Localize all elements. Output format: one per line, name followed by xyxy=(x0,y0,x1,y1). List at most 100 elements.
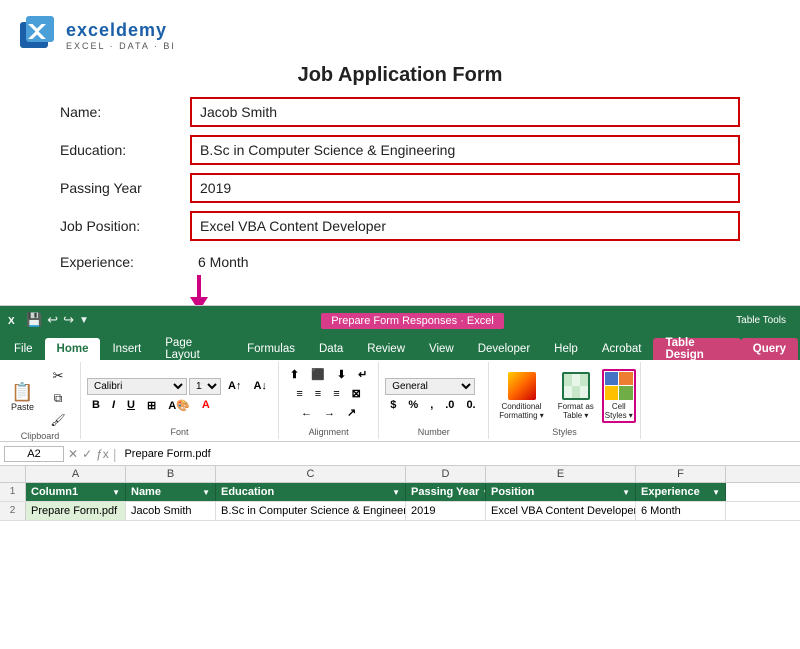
tab-page-layout[interactable]: Page Layout xyxy=(153,338,235,360)
tab-view[interactable]: View xyxy=(417,338,466,360)
form-row-name: Name: xyxy=(60,97,740,127)
comma-btn[interactable]: , xyxy=(425,397,438,413)
fill-color-btn[interactable]: A🎨 xyxy=(163,397,195,414)
header-cell-passing-year[interactable]: Passing Year ▼ xyxy=(406,483,486,501)
format-as-table-btn[interactable]: Format asTable ▾ xyxy=(552,369,600,423)
tab-home[interactable]: Home xyxy=(45,338,101,360)
cell-styles-label: CellStyles ▾ xyxy=(605,402,633,420)
filter-arrow-experience[interactable]: ▼ xyxy=(712,488,720,497)
logo-main-text: exceldemy xyxy=(66,20,176,41)
data-cell-name[interactable]: Jacob Smith xyxy=(126,502,216,520)
col-header-b[interactable]: B xyxy=(126,466,216,482)
tab-insert[interactable]: Insert xyxy=(100,338,153,360)
align-right-btn[interactable]: ≡ xyxy=(328,385,344,402)
paste-icon: 📋 xyxy=(11,383,33,401)
filter-arrow-name[interactable]: ▼ xyxy=(202,488,210,497)
redo-qa-btn[interactable]: ↪ xyxy=(63,312,74,328)
header-cell-name[interactable]: Name ▼ xyxy=(126,483,216,501)
filter-arrow-column1[interactable]: ▼ xyxy=(112,488,120,497)
font-label: Font xyxy=(87,425,272,437)
conditional-formatting-icon xyxy=(508,372,536,400)
tab-help[interactable]: Help xyxy=(542,338,590,360)
filter-arrow-education[interactable]: ▼ xyxy=(392,488,400,497)
tab-table-design[interactable]: Table Design xyxy=(653,338,740,360)
customize-qa-btn[interactable]: ▼ xyxy=(79,315,89,326)
form-row-job-position: Job Position: xyxy=(60,211,740,241)
header-cell-experience[interactable]: Experience ▼ xyxy=(636,483,726,501)
tab-acrobat[interactable]: Acrobat xyxy=(590,338,654,360)
cell-styles-btn[interactable]: CellStyles ▾ xyxy=(602,369,636,423)
paste-btn[interactable]: 📋 Paste xyxy=(6,380,39,415)
indent-inc-btn[interactable]: → xyxy=(319,404,340,421)
decrease-font-btn[interactable]: A↓ xyxy=(248,378,271,394)
conditional-formatting-btn[interactable]: ConditionalFormatting ▾ xyxy=(493,369,549,423)
logo-sub-text: EXCEL · DATA · BI xyxy=(66,41,176,51)
header-column1-text: Column1 xyxy=(31,486,78,498)
tab-file[interactable]: File xyxy=(2,338,45,360)
tab-data[interactable]: Data xyxy=(307,338,355,360)
col-header-f[interactable]: F xyxy=(636,466,726,482)
align-center-btn[interactable]: ≡ xyxy=(310,385,326,402)
font-name-select[interactable]: Calibri xyxy=(87,378,187,395)
italic-btn[interactable]: I xyxy=(107,397,120,413)
data-cell-passing-year[interactable]: 2019 xyxy=(406,502,486,520)
data-cell-experience[interactable]: 6 Month xyxy=(636,502,726,520)
formula-insert-fn-icon[interactable]: ƒx xyxy=(96,447,109,461)
header-cell-column1[interactable]: Column1 ▼ xyxy=(26,483,126,501)
format-painter-btn[interactable]: 🖌 xyxy=(42,411,74,429)
copy-btn[interactable]: ⧉ xyxy=(42,389,74,408)
percent-btn[interactable]: % xyxy=(403,397,423,413)
cell-reference-box[interactable] xyxy=(4,446,64,462)
experience-input[interactable] xyxy=(190,249,740,275)
font-color-btn[interactable]: A xyxy=(197,397,215,413)
header-cell-education[interactable]: Education ▼ xyxy=(216,483,406,501)
decimal-inc-btn[interactable]: .0 xyxy=(440,397,459,413)
conditional-formatting-label: ConditionalFormatting ▾ xyxy=(499,402,543,420)
alignment-group: ⬆ ⬛ ⬇ ↵ ≡ ≡ ≡ ⊠ ← → ↗ Alignment xyxy=(279,362,379,439)
wrap-text-btn[interactable]: ↵ xyxy=(353,366,372,383)
col-header-e[interactable]: E xyxy=(486,466,636,482)
data-cell-column1[interactable]: Prepare Form.pdf xyxy=(26,502,126,520)
merge-btn[interactable]: ⊠ xyxy=(347,385,366,402)
decimal-dec-btn[interactable]: 0. xyxy=(461,397,480,413)
passing-year-input[interactable] xyxy=(190,173,740,203)
align-bottom-btn[interactable]: ⬇ xyxy=(332,366,351,383)
tab-formulas[interactable]: Formulas xyxy=(235,338,307,360)
education-input[interactable] xyxy=(190,135,740,165)
formula-confirm-icon[interactable]: ✓ xyxy=(82,447,92,461)
tab-review[interactable]: Review xyxy=(355,338,417,360)
bold-btn[interactable]: B xyxy=(87,397,105,413)
increase-font-btn[interactable]: A↑ xyxy=(223,378,246,394)
border-btn[interactable]: ⊞ xyxy=(142,397,161,414)
name-input[interactable] xyxy=(190,97,740,127)
font-size-select[interactable]: 11 xyxy=(189,378,221,395)
align-top-btn[interactable]: ⬆ xyxy=(285,366,304,383)
col-header-c[interactable]: C xyxy=(216,466,406,482)
filter-arrow-position[interactable]: ▼ xyxy=(622,488,630,497)
currency-btn[interactable]: $ xyxy=(385,397,401,413)
tab-developer[interactable]: Developer xyxy=(466,338,542,360)
save-qa-btn[interactable]: 💾 xyxy=(26,312,42,328)
exceldemy-logo-icon xyxy=(20,16,58,54)
cut-btn[interactable]: ✂ xyxy=(42,366,74,386)
data-cell-position[interactable]: Excel VBA Content Developer xyxy=(486,502,636,520)
form-title: Job Application Form xyxy=(0,64,800,87)
spreadsheet: A B C D E F 1 Column1 ▼ Name ▼ Education… xyxy=(0,466,800,521)
formula-cancel-icon[interactable]: ✕ xyxy=(68,447,78,461)
align-left-btn[interactable]: ≡ xyxy=(291,385,307,402)
indent-dec-btn[interactable]: ← xyxy=(296,404,317,421)
tab-query[interactable]: Query xyxy=(741,338,798,360)
data-cell-education[interactable]: B.Sc in Computer Science & Engineering xyxy=(216,502,406,520)
job-position-input[interactable] xyxy=(190,211,740,241)
align-middle-btn[interactable]: ⬛ xyxy=(306,366,330,383)
header-cell-position[interactable]: Position ▼ xyxy=(486,483,636,501)
form-body: Name: Education: Passing Year Job Positi… xyxy=(0,97,800,275)
logo-area: exceldemy EXCEL · DATA · BI xyxy=(0,10,800,58)
underline-btn[interactable]: U xyxy=(122,397,140,413)
undo-qa-btn[interactable]: ↩ xyxy=(47,312,58,328)
number-format-select[interactable]: General xyxy=(385,378,475,395)
format-painter-icon: 🖌 xyxy=(50,413,65,427)
col-header-d[interactable]: D xyxy=(406,466,486,482)
orient-btn[interactable]: ↗ xyxy=(342,404,361,421)
col-header-a[interactable]: A xyxy=(26,466,126,482)
